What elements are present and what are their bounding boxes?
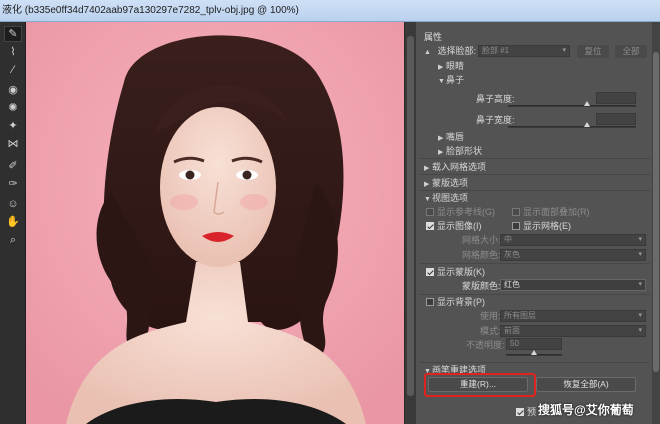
eyes-section[interactable]: ▶ 眼睛: [438, 60, 464, 73]
canvas-scrollbar[interactable]: [404, 22, 416, 424]
push-left-icon[interactable]: ⋈: [4, 136, 22, 152]
zoom-icon[interactable]: ⌕: [4, 232, 22, 248]
checkbox-icon: [512, 222, 520, 230]
opacity-input[interactable]: 50: [506, 338, 562, 350]
chevron-down-icon: ▼: [438, 78, 445, 85]
reset-face-button[interactable]: 复位: [576, 44, 610, 59]
freeze-mask-icon[interactable]: ✐: [4, 158, 22, 174]
checkbox-icon: [426, 298, 434, 306]
chevron-down-icon: ▾: [638, 251, 642, 258]
opacity-slider-thumb[interactable]: [531, 350, 537, 355]
load-mesh-section[interactable]: ▶ 载入网格选项: [424, 161, 486, 174]
chevron-down-icon: ▾: [562, 47, 566, 54]
show-face-overlay-checkbox[interactable]: 显示面部叠加(R): [512, 206, 590, 219]
face-shape-section[interactable]: ▶ 脸部形状: [438, 145, 482, 158]
twirl-icon[interactable]: ◉: [4, 82, 22, 98]
nose-height-slider[interactable]: [508, 105, 636, 107]
opacity-label: 不透明度:: [466, 340, 505, 350]
checkbox-icon: [512, 208, 520, 216]
thaw-mask-icon[interactable]: ✑: [4, 176, 22, 192]
mesh-color-label: 网格颜色:: [462, 250, 501, 260]
canvas-scroll-thumb[interactable]: [407, 36, 414, 396]
divider: [420, 263, 650, 264]
nose-height-slider-thumb[interactable]: [584, 101, 591, 106]
checkbox-checked-icon: [426, 268, 434, 276]
image-canvas[interactable]: [26, 22, 404, 424]
chevron-down-icon: ▼: [424, 196, 431, 203]
mesh-size-label: 网格大小:: [462, 235, 501, 245]
panel-scrollbar[interactable]: [652, 22, 660, 424]
reconstruct-highlight-box: [424, 373, 536, 397]
nose-width-slider[interactable]: [508, 126, 636, 128]
window-title: 液化 (b335e0ff34d7402aab97a130297e7282_tpl…: [0, 0, 660, 22]
chevron-right-icon: ▶: [438, 135, 444, 142]
mouth-section[interactable]: ▶ 嘴唇: [438, 131, 464, 144]
properties-panel: 属性 ▲ 选择脸部: 脸部 #1 ▾ 复位 全部 ▶ 眼睛 ▼鼻子 鼻子高度: 鼻子…: [416, 22, 660, 424]
panel-scroll-thumb[interactable]: [653, 52, 659, 372]
checkbox-checked-icon: [516, 408, 524, 416]
forward-warp-icon[interactable]: ✎: [4, 26, 22, 42]
show-mesh-checkbox[interactable]: 显示网格(E): [512, 220, 571, 233]
nose-width-slider-thumb[interactable]: [584, 122, 591, 127]
reconstruct-icon[interactable]: ⌇: [4, 44, 22, 60]
chevron-down-icon: ▾: [638, 327, 642, 334]
chevron-down-icon: ▾: [638, 281, 642, 288]
mode-dropdown[interactable]: 前面 ▾: [500, 325, 646, 337]
bloat-icon[interactable]: ✦: [4, 118, 22, 134]
checkbox-checked-icon: [426, 222, 434, 230]
show-backdrop-checkbox[interactable]: 显示背景(P): [426, 296, 485, 309]
hand-icon[interactable]: ✋: [4, 214, 22, 230]
face-tool-icon[interactable]: ☺: [4, 196, 22, 212]
mode-label: 模式:: [480, 326, 501, 336]
show-mask-checkbox[interactable]: 显示蒙版(K): [426, 266, 485, 279]
view-options-section[interactable]: ▼视图选项: [424, 192, 468, 205]
watermark-text: 搜狐号@艾你葡萄: [538, 403, 634, 417]
face-select-dropdown[interactable]: 脸部 #1 ▾: [478, 45, 570, 57]
portrait-photo: [26, 22, 404, 424]
divider: [420, 362, 650, 363]
nose-section[interactable]: ▼鼻子: [438, 74, 464, 87]
divider: [420, 158, 650, 159]
mesh-size-dropdown[interactable]: 中 ▾: [500, 234, 646, 246]
checkbox-icon: [426, 208, 434, 216]
mask-options-section[interactable]: ▶ 蒙版选项: [424, 177, 468, 190]
divider: [420, 190, 650, 191]
warning-icon: ▲: [424, 49, 431, 56]
divider: [420, 294, 650, 295]
properties-header: 属性: [424, 32, 443, 42]
mask-color-label: 蒙版颜色:: [462, 281, 501, 291]
nose-width-input[interactable]: [596, 113, 636, 125]
preview-checkbox[interactable]: 预: [516, 406, 536, 419]
pucker-icon[interactable]: ✺: [4, 100, 22, 116]
mask-color-dropdown[interactable]: 红色 ▾: [500, 279, 646, 291]
chevron-right-icon: ▶: [438, 64, 444, 71]
mesh-color-dropdown[interactable]: 灰色 ▾: [500, 249, 646, 261]
chevron-down-icon: ▾: [638, 312, 642, 319]
face-select-label: 选择脸部:: [437, 46, 477, 56]
divider: [420, 174, 650, 175]
use-label: 使用:: [480, 311, 501, 321]
chevron-down-icon: ▾: [638, 236, 642, 243]
show-guides-checkbox[interactable]: 显示参考线(G): [426, 206, 495, 219]
smooth-icon[interactable]: ∕: [4, 62, 22, 78]
face-select-row: ▲ 选择脸部:: [424, 45, 476, 58]
use-dropdown[interactable]: 所有图层 ▾: [500, 310, 646, 322]
liquify-toolbar: ✎ ⌇ ∕ ◉ ✺ ✦ ⋈ ✐ ✑ ☺ ✋ ⌕: [0, 22, 26, 424]
reset-all-faces-button[interactable]: 全部: [614, 44, 648, 59]
nose-height-input[interactable]: [596, 92, 636, 104]
show-image-checkbox[interactable]: 显示图像(I): [426, 220, 482, 233]
restore-all-button[interactable]: 恢复全部(A): [536, 377, 636, 392]
